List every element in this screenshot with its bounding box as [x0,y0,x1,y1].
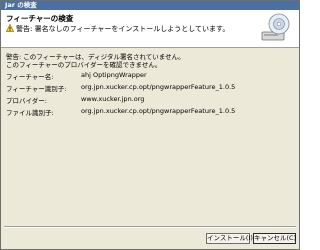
provider-label: プロバイダー: [6,97,47,105]
feature-name-label: フィーチャー名: [6,73,54,81]
header-title: フィーチャーの検査 [6,14,74,23]
title-bar[interactable]: Jar の検査 [1,1,299,10]
cancel-button[interactable]: キャンセル(C) [253,233,296,244]
install-button[interactable]: インストール(I) [206,233,253,244]
provider-value: www.xucker.jpn.org [81,95,145,103]
feature-id-label: フィーチャー識別子: [6,85,67,93]
install-disk-icon [261,13,290,41]
dialog-body: 警告: このフィーチャーは、ディジタル署名されていません。 このフィーチャーのプ… [1,48,299,224]
file-id-value: org.jpn.xucker.cp.opt/pngwrapperFeature_… [81,107,236,115]
dialog-window: Jar の検査 フィーチャーの検査 警告: 署名なしのフィーチャーをインストール… [0,0,300,250]
window-title: Jar の検査 [5,1,37,9]
warning-icon [6,24,14,32]
dialog-header: フィーチャーの検査 警告: 署名なしのフィーチャーをインストールしようとしていま… [1,10,299,48]
warning-line-2: このフィーチャーのプロバイダーを確認できません。 [6,61,162,69]
feature-name-value: ahj OptipngWrapper [81,71,147,79]
header-message: 警告: 署名なしのフィーチャーをインストールしようとしています。 [16,25,230,33]
footer-separator [4,226,296,228]
file-id-label: ファイル識別子: [6,109,54,117]
feature-id-value: org.jpn.xucker.cp.opt/pngwrapperFeature_… [81,83,236,91]
